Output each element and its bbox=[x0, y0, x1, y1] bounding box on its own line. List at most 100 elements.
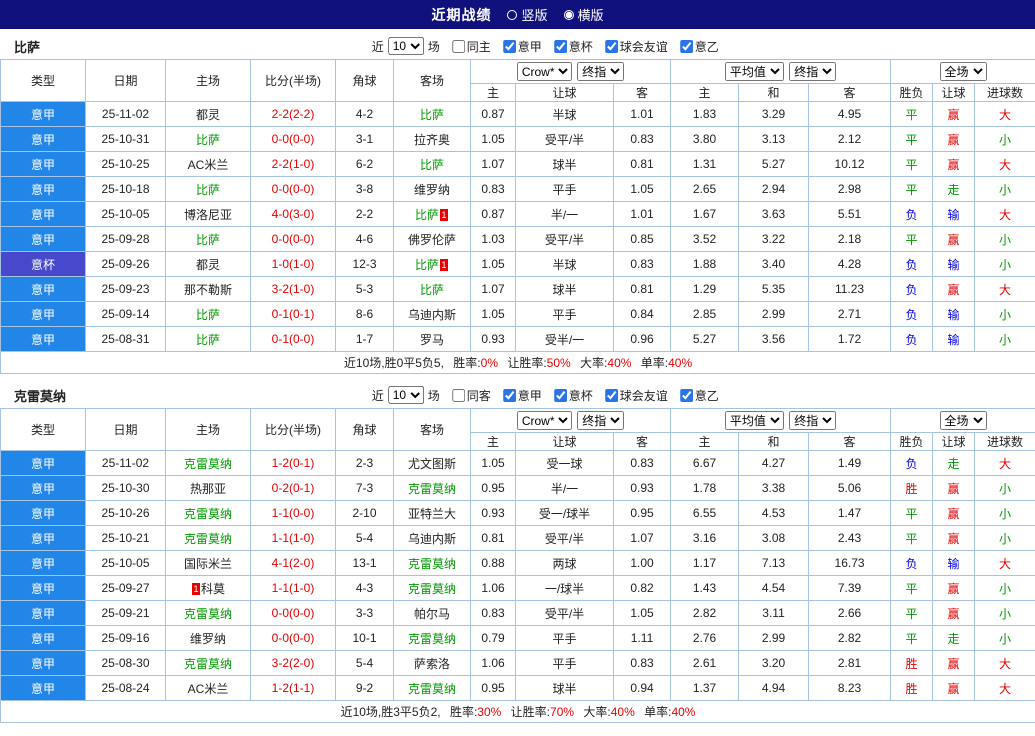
filter-checkbox[interactable]: 意杯 bbox=[553, 387, 593, 404]
filter-checkbox[interactable]: 意甲 bbox=[502, 387, 542, 404]
team-name[interactable]: 比萨 bbox=[196, 333, 220, 347]
team-name[interactable]: 热那亚 bbox=[190, 482, 226, 496]
result-handicap: 赢 bbox=[932, 650, 976, 676]
filter-checkbox[interactable]: 意乙 bbox=[679, 387, 719, 404]
recent-count-select[interactable]: 10 bbox=[387, 37, 424, 55]
avg-draw: 3.29 bbox=[738, 101, 810, 127]
team-name[interactable]: 萨索洛 bbox=[414, 657, 450, 671]
bookmaker-select[interactable]: Crow* bbox=[516, 62, 572, 81]
team-name[interactable]: 比萨 bbox=[196, 308, 220, 322]
team-name[interactable]: AC米兰 bbox=[188, 158, 229, 172]
team-name[interactable]: 亚特兰大 bbox=[408, 507, 456, 521]
filter-checkbox[interactable]: 同客 bbox=[451, 387, 491, 404]
team-name[interactable]: 维罗纳 bbox=[190, 632, 226, 646]
team-name[interactable]: 维罗纳 bbox=[414, 183, 450, 197]
handicap: 受平/半 bbox=[515, 525, 614, 551]
team-name[interactable]: 拉齐奥 bbox=[414, 133, 450, 147]
filter-checkbox[interactable]: 同主 bbox=[451, 38, 491, 55]
filter-checkbox[interactable]: 球会友谊 bbox=[604, 38, 668, 55]
checkbox-input[interactable] bbox=[604, 388, 618, 402]
sub-home-header: 主 bbox=[470, 432, 516, 451]
layout-horizontal-radio[interactable]: 横版 bbox=[563, 5, 604, 24]
avg-home: 2.65 bbox=[670, 176, 740, 202]
avg-draw: 4.54 bbox=[738, 575, 810, 601]
team-name[interactable]: 克雷莫纳 bbox=[408, 682, 456, 696]
match-date: 25-11-02 bbox=[85, 101, 166, 127]
team-name[interactable]: 克雷莫纳 bbox=[184, 532, 232, 546]
average-select[interactable]: 平均值 bbox=[724, 62, 784, 81]
checkbox-input[interactable] bbox=[604, 39, 618, 53]
team-name[interactable]: 克雷莫纳 bbox=[408, 557, 456, 571]
away-team-cell: 罗马 bbox=[393, 326, 471, 352]
checkbox-input[interactable] bbox=[451, 39, 465, 53]
checkbox-input[interactable] bbox=[553, 39, 567, 53]
checkbox-label: 球会友谊 bbox=[619, 388, 668, 403]
score: 1-1(1-0) bbox=[250, 575, 336, 601]
team-name[interactable]: 国际米兰 bbox=[184, 557, 232, 571]
match-date: 25-09-28 bbox=[85, 226, 166, 252]
team-name[interactable]: 帕尔马 bbox=[414, 607, 450, 621]
team-name[interactable]: 克雷莫纳 bbox=[184, 607, 232, 621]
checkbox-input[interactable] bbox=[502, 388, 516, 402]
avg-draw: 3.40 bbox=[738, 251, 810, 277]
away-team-cell: 克雷莫纳 bbox=[393, 675, 471, 701]
match-row: 意甲 25-09-14 比萨 0-1(0-1) 8-6 乌迪内斯 1.05 平手 0.84 2.8… bbox=[0, 301, 1035, 327]
checkbox-input[interactable] bbox=[679, 39, 693, 53]
col-date-header: 日期 bbox=[85, 408, 166, 451]
checkbox-input[interactable] bbox=[451, 388, 465, 402]
checkbox-input[interactable] bbox=[679, 388, 693, 402]
team-name[interactable]: 克雷莫纳 bbox=[184, 507, 232, 521]
team-name[interactable]: 比萨 bbox=[415, 258, 439, 272]
bookmaker-select[interactable]: Crow* bbox=[516, 411, 572, 430]
team-name[interactable]: 比萨 bbox=[196, 183, 220, 197]
avg-draw: 3.38 bbox=[738, 475, 810, 501]
team-name[interactable]: 罗马 bbox=[420, 333, 444, 347]
final-odds-select[interactable]: 终指 bbox=[789, 411, 837, 430]
recent-count-select[interactable]: 10 bbox=[387, 386, 424, 404]
final-odds-select[interactable]: 终指 bbox=[577, 62, 625, 81]
team-name[interactable]: AC米兰 bbox=[188, 682, 229, 696]
team-name[interactable]: 博洛尼亚 bbox=[184, 208, 232, 222]
handicap: 半球 bbox=[515, 251, 614, 277]
filter-checkbox[interactable]: 意乙 bbox=[679, 38, 719, 55]
checkbox-input[interactable] bbox=[553, 388, 567, 402]
team-name[interactable]: 比萨 bbox=[420, 108, 444, 122]
team-name[interactable]: 比萨 bbox=[196, 133, 220, 147]
team-name[interactable]: 都灵 bbox=[196, 258, 220, 272]
team-name[interactable]: 都灵 bbox=[196, 108, 220, 122]
corner-score: 12-3 bbox=[335, 251, 394, 277]
checkbox-input[interactable] bbox=[502, 39, 516, 53]
final-odds-select[interactable]: 终指 bbox=[577, 411, 625, 430]
full-match-select[interactable]: 全场 bbox=[939, 62, 987, 81]
full-match-select[interactable]: 全场 bbox=[939, 411, 987, 430]
filter-checkbox[interactable]: 球会友谊 bbox=[604, 387, 668, 404]
score: 1-1(0-0) bbox=[250, 500, 336, 526]
home-odds: 1.05 bbox=[470, 301, 516, 327]
team-name[interactable]: 克雷莫纳 bbox=[408, 632, 456, 646]
avg-home: 1.88 bbox=[670, 251, 740, 277]
sub-result-header: 胜负 bbox=[890, 83, 934, 102]
team-name[interactable]: 乌迪内斯 bbox=[408, 308, 456, 322]
final-odds-select[interactable]: 终指 bbox=[789, 62, 837, 81]
team-name[interactable]: 比萨 bbox=[196, 233, 220, 247]
team-name[interactable]: 克雷莫纳 bbox=[184, 457, 232, 471]
team-name[interactable]: 比萨 bbox=[415, 208, 439, 222]
filter-checkbox[interactable]: 意甲 bbox=[502, 38, 542, 55]
home-team-cell: AC米兰 bbox=[165, 675, 251, 701]
filter-checkbox[interactable]: 意杯 bbox=[553, 38, 593, 55]
handicap: 平手 bbox=[515, 625, 614, 651]
team-name[interactable]: 克雷莫纳 bbox=[408, 482, 456, 496]
average-select[interactable]: 平均值 bbox=[724, 411, 784, 430]
team-name[interactable]: 克雷莫纳 bbox=[408, 582, 456, 596]
team-name[interactable]: 比萨 bbox=[420, 283, 444, 297]
corner-score: 4-2 bbox=[335, 101, 394, 127]
team-name[interactable]: 乌迪内斯 bbox=[408, 532, 456, 546]
team-name[interactable]: 比萨 bbox=[420, 158, 444, 172]
team-name[interactable]: 佛罗伦萨 bbox=[408, 233, 456, 247]
team-name[interactable]: 克雷莫纳 bbox=[184, 657, 232, 671]
team-name[interactable]: 那不勒斯 bbox=[184, 283, 232, 297]
team-name[interactable]: 尤文图斯 bbox=[408, 457, 456, 471]
home-odds: 0.79 bbox=[470, 625, 516, 651]
team-name[interactable]: 科莫 bbox=[201, 582, 225, 596]
layout-vertical-radio[interactable]: 竖版 bbox=[507, 5, 548, 24]
